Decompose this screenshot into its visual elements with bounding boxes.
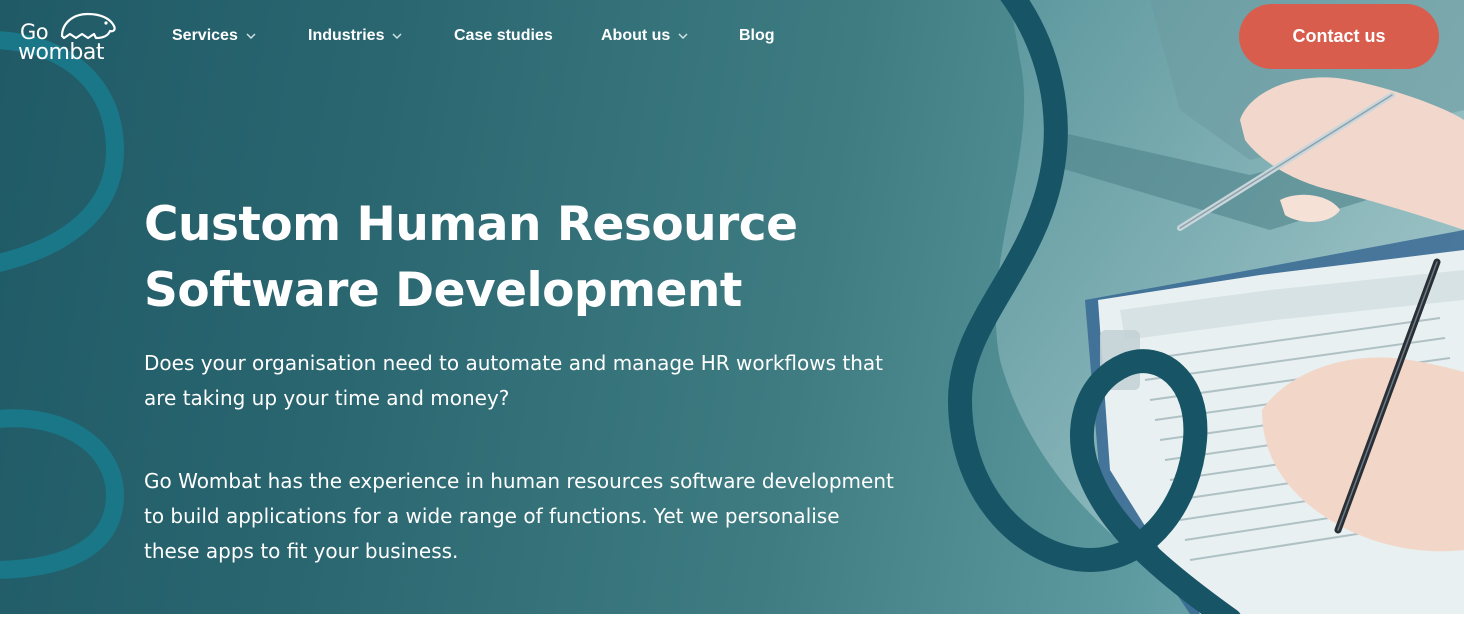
intro-line-2: are taking up your time and money? xyxy=(144,386,510,410)
nav-item-case-studies[interactable]: Case studies xyxy=(454,24,553,48)
nav-item-label: Industries xyxy=(308,27,385,44)
chevron-down-icon xyxy=(246,33,256,39)
nav-item-label: Case studies xyxy=(454,27,553,44)
description-line-3: these apps to fit your business. xyxy=(144,539,459,563)
nav-item-label: Services xyxy=(172,27,238,44)
wombat-icon xyxy=(60,12,116,40)
decor-curve-top-left xyxy=(0,31,125,272)
title-line-2: Software Development xyxy=(144,263,742,318)
page-title: Custom Human Resource Software Developme… xyxy=(144,192,944,324)
chevron-down-icon xyxy=(678,33,688,39)
brand-line2: wombat xyxy=(18,40,104,65)
intro-line-1: Does your organisation need to automate … xyxy=(144,351,883,375)
hero-description-paragraph: Go Wombat has the experience in human re… xyxy=(144,464,944,569)
nav-item-label: About us xyxy=(601,27,671,44)
nav-item-label: Blog xyxy=(739,27,775,44)
decor-curve-bottom-left xyxy=(0,409,125,579)
description-line-1: Go Wombat has the experience in human re… xyxy=(144,469,894,493)
title-line-1: Custom Human Resource xyxy=(144,197,798,252)
hero-section: Go wombat Services Industries Case studi… xyxy=(0,0,1464,614)
nav-item-industries[interactable]: Industries xyxy=(308,24,402,48)
hero-intro-paragraph: Does your organisation need to automate … xyxy=(144,346,944,416)
contact-us-button[interactable]: Contact us xyxy=(1239,4,1439,69)
nav-item-about-us[interactable]: About us xyxy=(601,24,688,48)
chevron-down-icon xyxy=(392,33,402,39)
nav-item-services[interactable]: Services xyxy=(172,24,256,48)
hero-photo xyxy=(995,0,1464,614)
nav-item-blog[interactable]: Blog xyxy=(739,24,775,48)
description-line-2: to build applications for a wide range o… xyxy=(144,504,840,528)
brand-logo[interactable]: Go wombat xyxy=(18,10,118,66)
